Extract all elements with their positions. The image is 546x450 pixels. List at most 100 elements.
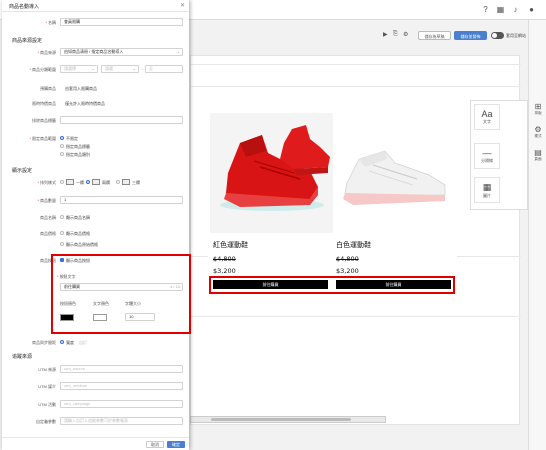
element-tile-image[interactable]: ▦ 圖片 xyxy=(474,177,500,203)
product-price: $3,200 xyxy=(336,267,359,275)
rail-item-label: 頁面 xyxy=(534,157,542,161)
two-column-icon xyxy=(92,179,100,185)
rail-item-layout[interactable]: ⊞ 排版 xyxy=(531,102,545,116)
settings-icon[interactable]: ⚙ xyxy=(403,31,408,38)
show-price-option: 顯示商品價格 xyxy=(66,231,90,236)
text-icon: Aa xyxy=(481,109,493,119)
special-label: 限時特價商品 xyxy=(32,101,56,106)
exclude-tag-input[interactable] xyxy=(60,116,183,124)
page-icon: ▤ xyxy=(534,148,542,157)
right-rail: ⊞ 排版 ⚙ 樣式 ▤ 頁面 xyxy=(528,20,546,450)
source-select[interactable]: 由如商品清冊 / 指定商品名動導入 ⌄ xyxy=(60,48,183,56)
product-original-price: $4,800 xyxy=(336,255,359,263)
show-price-radio[interactable] xyxy=(60,231,64,235)
custom-param-input[interactable]: 請輸入自訂入追蹤參數可於參數報表 xyxy=(60,417,183,425)
publish-button[interactable]: 儲存並發佈 xyxy=(454,31,487,40)
layout-radio-3[interactable] xyxy=(116,180,120,184)
name-label: *名稱 xyxy=(45,20,56,25)
qty-label: *商品數量 xyxy=(37,198,56,203)
show-price-option: 顯示商品原始價格 xyxy=(66,242,98,247)
utm-campaign-label: UTM 活動 xyxy=(38,402,56,407)
layout-icon: ⊞ xyxy=(534,102,542,111)
tracking-section-title: 追蹤來源 xyxy=(12,354,33,360)
element-tile-divider[interactable]: — 分隔線 xyxy=(474,143,500,169)
show-price-label: 商品價格 xyxy=(40,231,56,236)
exclude-tag-label: 排除商品標籤 xyxy=(32,118,56,123)
display-section-title: 顯示設定 xyxy=(12,168,33,174)
buy-button-label: 商品按鈕 xyxy=(40,258,56,263)
editor-toolbar: ▶ ⎘ ⚙ 儲存為草稿 儲存並發佈 套用至網站 xyxy=(190,31,546,46)
apply-toggle[interactable] xyxy=(491,32,504,39)
buy-button-settings-highlight xyxy=(51,254,191,334)
product-name: 白色運動鞋 xyxy=(336,241,371,249)
range-radio-tag[interactable] xyxy=(60,144,64,148)
user-icon[interactable]: ● xyxy=(527,5,536,14)
one-column-icon xyxy=(66,179,74,185)
red-sneaker-image xyxy=(210,113,334,233)
three-column-icon xyxy=(122,179,130,185)
category-select-3[interactable]: 至 xyxy=(145,65,183,73)
buy-buttons-highlight xyxy=(209,276,455,294)
help-icon[interactable]: ? xyxy=(481,5,490,14)
element-tile-text[interactable]: Aa 文字 xyxy=(474,104,500,130)
apply-toggle-label: 套用至網站 xyxy=(506,33,526,38)
product-preview: 紅色運動鞋 白色運動鞋 $4,800 $4,800 $3,200 $3,200 … xyxy=(208,113,457,293)
layout-label: *排列樣式 xyxy=(37,180,56,185)
show-name-label: 商品名稱 xyxy=(40,215,56,220)
spacing-placeholder: 自訂 xyxy=(79,340,87,345)
utm-medium-input[interactable]: utm_medium xyxy=(60,382,183,390)
copy-icon[interactable]: ⎘ xyxy=(393,31,398,38)
utm-campaign-input[interactable]: utm_campaign xyxy=(60,400,183,408)
product-import-dialog: 商品名動導入 ✕ *名稱 會員限購 商品來源設定 *商品來源 由如商品清冊 / … xyxy=(2,0,191,450)
style-icon: ⚙ xyxy=(534,125,542,134)
cancel-button[interactable]: 取消 xyxy=(146,441,164,448)
grid-icon[interactable]: ▦ xyxy=(496,5,505,14)
qty-input[interactable]: 1 xyxy=(60,196,183,204)
layout-radio-2[interactable] xyxy=(86,180,90,184)
layout-radio-1[interactable] xyxy=(60,180,64,184)
source-section-title: 商品來源設定 xyxy=(12,38,43,44)
utm-source-input[interactable]: utm_source xyxy=(60,365,183,373)
bell-icon[interactable]: ♪ xyxy=(511,5,520,14)
prebuy-label: 預購商品 xyxy=(40,86,56,91)
product-image xyxy=(333,113,457,233)
category-range-separator: ~ xyxy=(141,67,144,72)
range-label: *限定商品範圍 xyxy=(29,136,56,141)
utm-medium-label: UTM 媒介 xyxy=(38,384,56,389)
category-select-2[interactable]: 請選 ⌄ xyxy=(101,65,139,73)
product-image xyxy=(210,113,334,233)
play-icon[interactable]: ▶ xyxy=(383,31,388,38)
layout-option: 兩欄 xyxy=(102,180,110,185)
divider-icon: — xyxy=(482,148,492,158)
product-original-price: $4,800 xyxy=(213,255,236,263)
layout-option: 三欄 xyxy=(132,180,140,185)
image-icon: ▦ xyxy=(482,182,492,192)
custom-param-label: 自定義參數 xyxy=(36,419,56,424)
range-radio-none[interactable] xyxy=(60,136,64,140)
layout-option: 一欄 xyxy=(76,180,84,185)
spacing-label: 商品與步間距 xyxy=(32,340,56,345)
show-name-radio[interactable] xyxy=(60,215,64,219)
range-option: 指定商品類別 xyxy=(66,152,90,157)
close-icon[interactable]: ✕ xyxy=(180,2,185,9)
range-radio-category[interactable] xyxy=(60,152,64,156)
rail-item-style[interactable]: ⚙ 樣式 xyxy=(531,125,545,139)
element-panel: Aa 文字 — 分隔線 ▦ 圖片 xyxy=(470,100,528,210)
category-select-1[interactable]: 請選擇 ⌄ xyxy=(60,65,98,73)
prebuy-value: 由套用入限購商品 xyxy=(65,86,97,91)
spacing-radio[interactable] xyxy=(60,340,64,344)
source-label: *商品來源 xyxy=(37,50,56,55)
show-original-price-radio[interactable] xyxy=(60,242,64,246)
confirm-button[interactable]: 確定 xyxy=(167,441,185,448)
rail-item-page[interactable]: ▤ 頁面 xyxy=(531,148,545,162)
product-price: $3,200 xyxy=(213,267,236,275)
horizontal-scrollbar[interactable] xyxy=(190,416,386,423)
spacing-option: 寬度 xyxy=(66,340,74,345)
element-tile-label: 圖片 xyxy=(483,193,491,198)
name-field[interactable]: 會員限購 xyxy=(60,18,183,26)
product-name: 紅色運動鞋 xyxy=(213,241,248,249)
save-draft-button[interactable]: 儲存為草稿 xyxy=(418,31,451,40)
white-sneaker-image xyxy=(333,113,457,233)
element-tile-label: 文字 xyxy=(483,119,491,124)
utm-source-label: UTM 來源 xyxy=(38,367,56,372)
